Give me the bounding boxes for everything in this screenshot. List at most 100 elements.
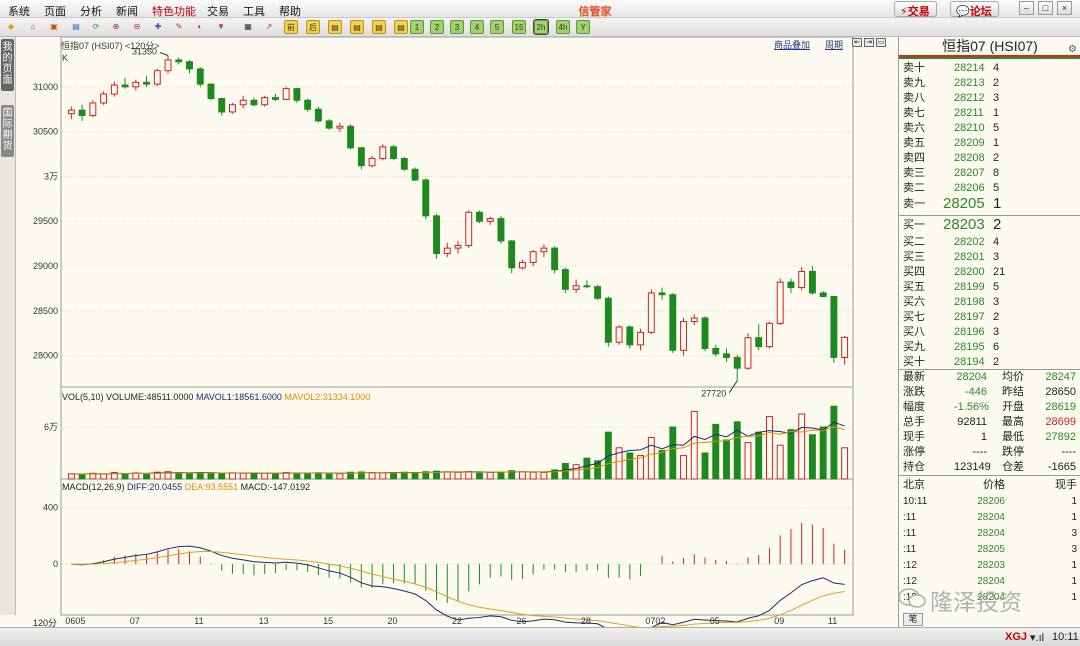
status-brand: XGJ — [1005, 631, 1028, 643]
period-2[interactable]: 2 — [430, 20, 444, 34]
zoom-out-icon[interactable]: ⊖ — [130, 20, 144, 34]
filter-icon[interactable]: ▼ — [214, 20, 228, 34]
list-icon[interactable]: ▤ — [69, 20, 83, 34]
bid-volume: 3 — [993, 251, 1000, 263]
period-4[interactable]: 4 — [470, 20, 484, 34]
tick-price: 28204 — [977, 528, 1005, 539]
tick-row: 10:11 28206 1 — [899, 494, 1080, 510]
volume-bar — [744, 442, 752, 480]
volume-bar — [830, 405, 838, 480]
tab-my-pages[interactable]: 我的页面 — [1, 39, 14, 91]
ask-row[interactable]: 卖一 28205 1 — [899, 196, 1001, 214]
volume-bar — [647, 436, 655, 480]
bid-row[interactable]: 买九 28195 6 — [899, 340, 999, 355]
candle-body — [808, 270, 816, 294]
color-icon[interactable]: ◐ — [193, 20, 207, 34]
ticks-footer-tab[interactable]: 笔 — [903, 613, 923, 626]
ask-row[interactable]: 卖四 28208 2 — [899, 151, 999, 166]
ask-row[interactable]: 卖五 28209 1 — [899, 136, 999, 151]
ask-row[interactable]: 卖七 28211 1 — [899, 106, 999, 121]
bid-row[interactable]: 买六 28198 3 — [899, 295, 999, 310]
period-15[interactable]: 15 — [512, 20, 526, 34]
candle-body — [164, 59, 172, 72]
volume-bar — [486, 472, 494, 480]
candle-body — [604, 297, 612, 343]
candle-body — [422, 179, 430, 217]
tab-intl-futures[interactable]: 国际期货 — [1, 105, 14, 157]
home-icon[interactable]: ⌂ — [26, 20, 40, 34]
zoom-in-icon[interactable]: ⊕ — [109, 20, 123, 34]
macd-dea: DEA:93.5551 — [184, 482, 239, 492]
book-icon[interactable]: ▣ — [47, 20, 61, 34]
bid-row[interactable]: 买七 28197 2 — [899, 310, 999, 325]
trade-button[interactable]: ⚡交易 — [894, 1, 937, 18]
high-annotation-line — [159, 52, 169, 56]
ask-volume: 8 — [993, 167, 1000, 179]
chart-title: 恒指07 (HSI07) <120分> — [61, 41, 160, 51]
toolbar-btn-a[interactable]: ▤ — [328, 20, 342, 34]
toolbar-btn-prev[interactable]: 前 — [284, 20, 298, 34]
stat-label: 最新 — [903, 371, 925, 383]
divider — [899, 215, 1080, 216]
forum-button[interactable]: 💬论坛 — [950, 1, 999, 18]
volume-bar — [186, 472, 193, 480]
period-link[interactable]: 周期 — [825, 38, 843, 51]
bid-row[interactable]: 买二 28202 4 — [899, 235, 999, 250]
table-icon[interactable]: ▦ — [241, 20, 255, 34]
ask-row[interactable]: 卖二 28206 5 — [899, 181, 999, 196]
ticks-header-time: 北京 — [903, 479, 925, 491]
bid-price: 28201 — [954, 251, 985, 263]
bid-row[interactable]: 买五 28199 5 — [899, 280, 999, 295]
ask-label: 卖六 — [903, 122, 925, 134]
bid-row[interactable]: 买三 28201 3 — [899, 250, 999, 265]
candle-body — [830, 296, 838, 358]
close-button[interactable]: × — [1057, 1, 1072, 15]
toolbar-btn-c[interactable]: ▤ — [372, 20, 386, 34]
ask-label: 卖十 — [903, 62, 925, 74]
toolbar-btn-d[interactable]: ▤ — [394, 20, 408, 34]
volume-bar — [690, 410, 698, 480]
crosshair-icon[interactable]: ✚ — [151, 20, 165, 34]
chart-window-icon[interactable]: ▭ — [876, 38, 886, 47]
stat-row: 最新 28204 均价 28247 — [899, 370, 1080, 385]
bid-row[interactable]: 买八 28196 3 — [899, 325, 999, 340]
bid-price: 28197 — [954, 311, 985, 323]
period-selected[interactable]: 2h — [533, 19, 549, 35]
tick-time: 10:11 — [903, 496, 928, 507]
chart-expand-icon[interactable]: ⇥ — [864, 38, 874, 47]
chart-area[interactable]: 31000 30500 3万 29500 29000 28500 28000 31350 277… — [16, 37, 898, 627]
ask-row[interactable]: 卖三 28207 8 — [899, 166, 999, 181]
period-4h[interactable]: 4h — [556, 20, 570, 34]
bid-price: 28200 — [954, 266, 985, 278]
candle-body — [400, 158, 408, 170]
bid-row[interactable]: 买十 28194 2 — [899, 355, 999, 370]
candle-body — [465, 211, 473, 246]
period-3[interactable]: 3 — [450, 20, 464, 34]
overlay-link[interactable]: 商品叠加 — [774, 38, 810, 51]
vol-mavol1: MAVOL1:18561.6000 — [195, 392, 282, 402]
bid-price: 28195 — [954, 341, 985, 353]
refresh-icon[interactable]: ⟳ — [89, 20, 103, 34]
volume-bar — [325, 473, 333, 480]
minimize-button[interactable]: – — [1019, 1, 1034, 15]
period-1min[interactable]: 1 — [410, 20, 424, 34]
draw-icon[interactable]: ✎ — [172, 20, 186, 34]
period-year[interactable]: Y — [576, 20, 590, 34]
ask-row[interactable]: 卖八 28212 3 — [899, 91, 999, 106]
ask-row[interactable]: 卖六 28210 5 — [899, 121, 999, 136]
bid-row[interactable]: 买一 28203 2 — [899, 217, 1001, 235]
toolbar-btn-b[interactable]: ▤ — [350, 20, 364, 34]
ticks-header-price: 价格 — [983, 479, 1005, 491]
chart-shrink-icon[interactable]: ⇤ — [852, 38, 862, 47]
maximize-button[interactable]: □ — [1038, 1, 1053, 15]
period-5[interactable]: 5 — [490, 20, 504, 34]
chart-icon[interactable]: ↗ — [262, 20, 276, 34]
back-icon[interactable]: ◆ — [4, 20, 18, 34]
ask-volume: 1 — [993, 107, 1000, 119]
toolbar-btn-next[interactable]: 后 — [306, 20, 320, 34]
volume-bar — [819, 426, 827, 480]
ask-row[interactable]: 卖十 28214 4 — [899, 61, 999, 76]
ask-row[interactable]: 卖九 28213 2 — [899, 76, 999, 91]
bid-row[interactable]: 买四 28200 21 — [899, 265, 1005, 280]
stat-value: 1 — [980, 431, 987, 443]
